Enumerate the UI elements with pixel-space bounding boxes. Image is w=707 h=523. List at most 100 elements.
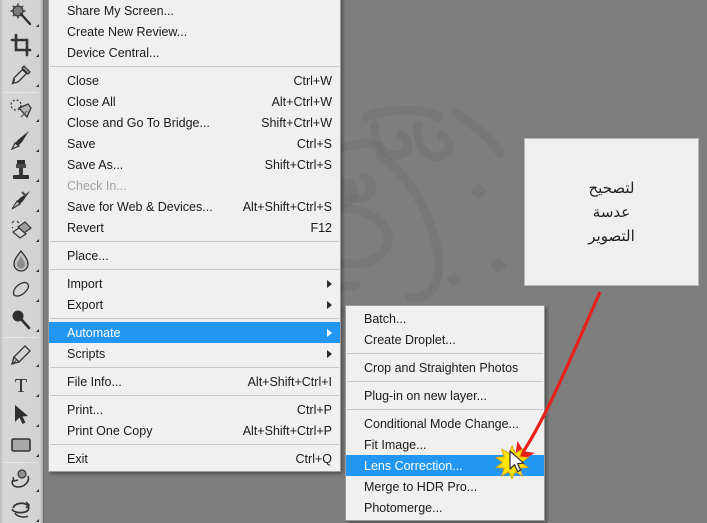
spot-healing-brush-tool[interactable] [0,95,42,125]
menu-item-label: Print... [67,402,104,417]
menu-separator [50,367,339,368]
submenu-item-create-droplet[interactable]: Create Droplet... [346,329,544,350]
menu-item-shortcut: Alt+Shift+Ctrl+I [247,374,332,389]
menu-separator [50,66,339,67]
menu-item-label: Import [67,276,103,291]
tool-separator [4,92,38,93]
menu-item-scripts[interactable]: Scripts [49,343,340,364]
menu-item-close-all[interactable]: Close All Alt+Ctrl+W [49,91,340,112]
menu-item-label: Crop and Straighten Photos [364,360,519,375]
menu-item-exit[interactable]: Exit Ctrl+Q [49,448,340,469]
annotation-callout: لتصحيح عدسة التصوير [524,138,699,286]
menu-item-label: Device Central... [67,45,160,60]
menu-item-label: Close and Go To Bridge... [67,115,210,130]
menu-item-shortcut: Ctrl+Q [295,451,332,466]
submenu-item-photomerge[interactable]: Photomerge... [346,497,544,518]
tool-flyout-indicator [36,179,39,182]
menu-item-label: Close All [67,94,116,109]
menu-item-import[interactable]: Import [49,273,340,294]
tool-flyout-indicator [36,269,39,272]
three-d-camera-orbit-tool[interactable] [0,495,42,523]
menu-item-shortcut: F12 [310,220,332,235]
menu-item-shortcut: Ctrl+S [296,136,332,151]
menu-item-label: Save [67,136,96,151]
tool-flyout-indicator [36,239,39,242]
annotation-line-3: التصوير [588,227,635,246]
menu-item-shortcut: Alt+Shift+Ctrl+S [242,199,332,214]
menu-separator [50,241,339,242]
menu-item-place[interactable]: Place... [49,245,340,266]
submenu-arrow-icon [327,328,332,337]
menu-item-share-my-screen[interactable]: Share My Screen... [49,0,340,21]
menu-item-label: Photomerge... [364,500,443,515]
tool-flyout-indicator [36,24,39,27]
menu-item-create-new-review[interactable]: Create New Review... [49,21,340,42]
menu-item-label: Plug-in on new layer... [364,388,487,403]
menu-item-close[interactable]: Close Ctrl+W [49,70,340,91]
menu-item-label: Save As... [67,157,124,172]
brush-tool[interactable] [0,125,42,155]
menu-item-print-one-copy[interactable]: Print One Copy Alt+Shift+Ctrl+P [49,420,340,441]
rectangle-shape-tool[interactable] [0,430,42,460]
submenu-item-batch[interactable]: Batch... [346,308,544,329]
menu-separator [347,381,543,382]
menu-item-automate[interactable]: Automate [49,322,340,343]
tool-flyout-indicator [36,519,39,522]
menu-item-shortcut: Ctrl+P [296,402,332,417]
crop-tool[interactable] [0,30,42,60]
menu-item-label: Merge to HDR Pro... [364,479,478,494]
submenu-arrow-icon [327,279,332,288]
submenu-item-plug-in-on-new-layer[interactable]: Plug-in on new layer... [346,385,544,406]
tools-panel[interactable]: T [0,0,44,523]
automate-submenu[interactable]: Batch... Create Droplet... Crop and Straig… [345,305,545,521]
menu-item-label: File Info... [67,374,122,389]
menu-item-export[interactable]: Export [49,294,340,315]
menu-item-shortcut: Alt+Shift+Ctrl+P [242,423,332,438]
tool-flyout-indicator [36,119,39,122]
blur-tool[interactable] [0,275,42,305]
submenu-item-merge-to-hdr-pro[interactable]: Merge to HDR Pro... [346,476,544,497]
menu-item-save[interactable]: Save Ctrl+S [49,133,340,154]
menu-item-print[interactable]: Print... Ctrl+P [49,399,340,420]
tool-flyout-indicator [36,84,39,87]
submenu-item-conditional-mode-change[interactable]: Conditional Mode Change... [346,413,544,434]
gradient-tool[interactable] [0,245,42,275]
menu-separator [50,318,339,319]
menu-item-label: Share My Screen... [67,3,174,18]
annotation-line-2: عدسة [592,202,631,221]
menu-item-revert[interactable]: Revert F12 [49,217,340,238]
menu-item-shortcut: Shift+Ctrl+W [261,115,332,130]
submenu-arrow-icon [327,300,332,309]
menu-separator [50,269,339,270]
tool-flyout-indicator [36,489,39,492]
path-selection-tool[interactable] [0,400,42,430]
menu-item-label: Exit [67,451,88,466]
tool-flyout-indicator [36,424,39,427]
menu-item-file-info[interactable]: File Info... Alt+Shift+Ctrl+I [49,371,340,392]
history-brush-tool[interactable] [0,185,42,215]
tool-flyout-indicator [36,299,39,302]
clone-stamp-tool[interactable] [0,155,42,185]
submenu-item-crop-and-straighten-photos[interactable]: Crop and Straighten Photos [346,357,544,378]
menu-separator [347,409,543,410]
magic-wand-tool[interactable] [0,0,42,30]
tool-flyout-indicator [36,209,39,212]
three-d-object-rotate-tool[interactable] [0,465,42,495]
eraser-tool[interactable] [0,215,42,245]
type-tool[interactable]: T [0,370,42,400]
pen-tool[interactable] [0,340,42,370]
tool-flyout-indicator [36,454,39,457]
file-menu[interactable]: Share My Screen... Create New Review... De… [48,0,341,472]
menu-item-label: Scripts [67,346,106,361]
submenu-arrow-icon [327,349,332,358]
menu-item-close-and-go-to-bridge[interactable]: Close and Go To Bridge... Shift+Ctrl+W [49,112,340,133]
menu-item-label: Export [67,297,104,312]
menu-item-save-as[interactable]: Save As... Shift+Ctrl+S [49,154,340,175]
tool-flyout-indicator [36,329,39,332]
photoshop-window: T Share My Screen... Create New Review..… [0,0,707,523]
dodge-tool[interactable] [0,305,42,335]
eyedropper-tool[interactable] [0,60,42,90]
menu-item-device-central[interactable]: Device Central... [49,42,340,63]
menu-item-check-in: Check In... [49,175,340,196]
menu-item-save-for-web-devices[interactable]: Save for Web & Devices... Alt+Shift+Ctrl+… [49,196,340,217]
